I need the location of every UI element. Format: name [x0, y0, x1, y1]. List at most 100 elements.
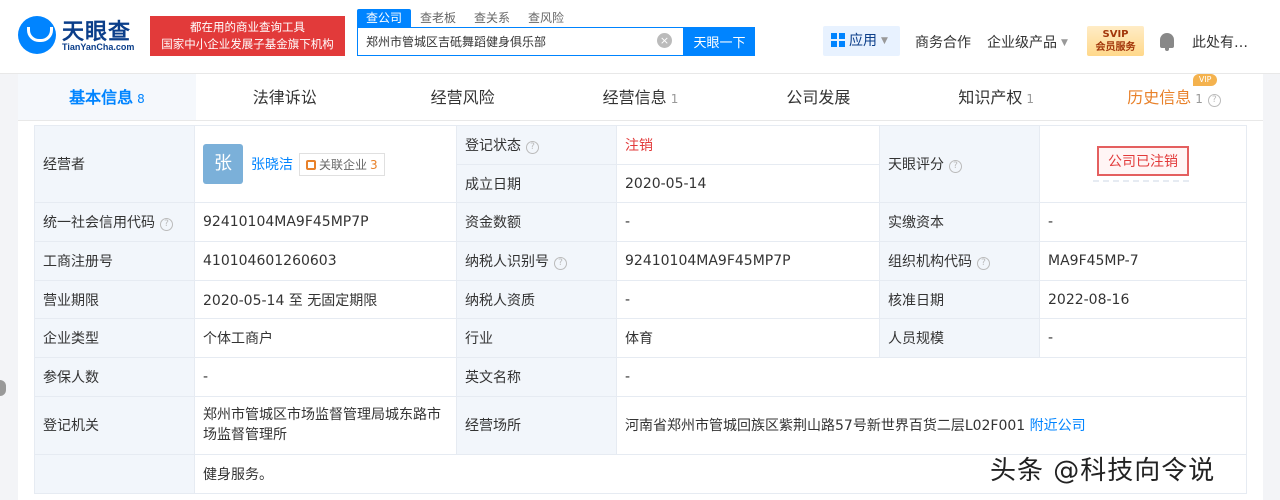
nav-app-label: 应用 — [849, 33, 877, 49]
search-tab-company[interactable]: 查公司 — [357, 9, 412, 27]
tab-operation[interactable]: 经营信息 1 — [552, 74, 730, 120]
type-value: 个体工商户 — [194, 318, 457, 359]
score-decoration — [1093, 180, 1193, 183]
paid-capital-label: 实缴资本 — [879, 202, 1040, 243]
industry-value: 体育 — [616, 318, 880, 359]
taxpayer-qual-label: 纳税人资质 — [456, 279, 617, 320]
tab-count: 1 — [1195, 92, 1203, 106]
tab-basic-info[interactable]: 基本信息 8 — [18, 74, 196, 120]
insured-label: 参保人数 — [34, 357, 195, 397]
score-cell: 公司已注销 — [1039, 124, 1247, 204]
tab-label: 经营信息 — [602, 88, 667, 107]
svip-label: SVIP — [1102, 29, 1129, 40]
address-cell: 河南省郑州市管城回族区紫荆山路57号新世界百货二层L02F001 附近公司 — [616, 395, 1247, 455]
grid-icon — [831, 33, 845, 47]
label-text: 登记状态 — [465, 137, 521, 154]
logo-subtext: TianYanCha.com — [62, 42, 135, 52]
insured-value: - — [194, 357, 457, 397]
company-tabs: 基本信息 8 法律诉讼 经营风险 经营信息 1 公司发展 知识产权 1 历史信息 1? V… — [18, 74, 1263, 121]
question-icon[interactable]: ? — [526, 140, 539, 154]
table-row: 工商注册号 410104601260603 纳税人识别号? 92410104MA… — [34, 241, 1247, 281]
search-tab-relation[interactable]: 查关系 — [465, 9, 519, 27]
nav-products-label: 企业级产品 — [987, 35, 1057, 51]
label-text: 天眼评分 — [888, 157, 944, 174]
tab-count: 1 — [670, 92, 679, 106]
english-label: 英文名称 — [456, 357, 617, 397]
reg-status-value: 注销 — [616, 125, 880, 165]
question-icon[interactable]: ? — [554, 256, 567, 270]
tab-risk[interactable]: 经营风险 — [374, 74, 552, 120]
tab-development[interactable]: 公司发展 — [729, 74, 907, 120]
table-row: 参保人数 - 英文名称 - — [34, 357, 1247, 397]
tab-label: 法律诉讼 — [252, 88, 317, 107]
taxpayer-id-label: 纳税人识别号? — [456, 241, 617, 281]
operator-label: 经营者 — [34, 124, 195, 204]
tab-label: 历史信息 — [1127, 88, 1192, 107]
label-text: 纳税人识别号 — [465, 253, 549, 270]
nearby-companies-link[interactable]: 附近公司 — [1030, 418, 1086, 434]
search-button[interactable]: 天眼一下 — [684, 27, 755, 56]
paid-capital-value: - — [1039, 202, 1247, 243]
address-label: 经营场所 — [456, 395, 617, 455]
authority-label: 登记机关 — [34, 395, 195, 455]
scroll-handle[interactable] — [0, 380, 6, 396]
found-date-label: 成立日期 — [456, 163, 617, 204]
org-code-value: MA9F45MP-7 — [1039, 241, 1247, 281]
question-icon[interactable]: ? — [1207, 94, 1221, 107]
caret-down-icon: ▼ — [881, 36, 888, 46]
svip-sub-label: 会员服务 — [1095, 42, 1136, 53]
related-label: 关联企业 — [319, 157, 368, 172]
term-label: 营业期限 — [34, 279, 195, 320]
promo-banner[interactable]: 都在用的商业查询工具 国家中小企业发展子基金旗下机构 — [150, 16, 345, 56]
approve-date-label: 核准日期 — [879, 279, 1040, 320]
reg-no-value: 410104601260603 — [194, 241, 457, 281]
search-input[interactable] — [357, 27, 684, 56]
avatar[interactable]: 张 — [203, 144, 243, 185]
label-text: 统一社会信用代码 — [43, 215, 155, 232]
search-tab-risk[interactable]: 查风险 — [519, 9, 573, 27]
basic-info-table: 经营者 张张晓洁 关联企业 3 登记状态? 注销 天眼评分? 公司已注销 成立日期 … — [34, 124, 1247, 494]
tab-history[interactable]: 历史信息 1? VIP — [1085, 74, 1263, 120]
caret-down-icon: ▼ — [1061, 38, 1068, 48]
org-code-label: 组织机构代码? — [879, 241, 1040, 281]
table-row: 企业类型 个体工商户 行业 体育 人员规模 - — [34, 318, 1247, 359]
user-menu[interactable]: 此处有… — [1192, 32, 1248, 52]
tab-ip[interactable]: 知识产权 1 — [907, 74, 1085, 120]
tab-label: 经营风险 — [430, 88, 495, 107]
related-companies-badge[interactable]: 关联企业 3 — [299, 152, 385, 176]
banner-line-1: 都在用的商业查询工具 — [190, 20, 305, 34]
found-date-value: 2020-05-14 — [616, 163, 880, 204]
question-icon[interactable]: ? — [977, 256, 990, 270]
svip-member-button[interactable]: SVIP 会员服务 — [1087, 26, 1144, 56]
clear-icon[interactable]: × — [657, 33, 672, 48]
table-row: 登记机关 郑州市管城区市场监督管理局城东路市场监督管理所 经营场所 河南省郑州市… — [34, 395, 1247, 455]
tab-count: 1 — [1026, 92, 1035, 106]
search-tab-boss[interactable]: 查老板 — [411, 9, 465, 27]
top-header: 天眼查 TianYanCha.com 都在用的商业查询工具 国家中小企业发展子基… — [0, 0, 1280, 74]
nav-app-menu[interactable]: 应用 ▼ — [823, 26, 900, 56]
taxpayer-id-value: 92410104MA9F45MP7P — [616, 241, 880, 281]
industry-label: 行业 — [456, 318, 617, 359]
logo[interactable]: 天眼查 TianYanCha.com — [18, 14, 148, 56]
tab-label: 基本信息 — [69, 88, 134, 107]
scope-label — [34, 453, 195, 494]
label-text: 组织机构代码 — [888, 253, 972, 270]
nav-products[interactable]: 企业级产品 ▼ — [987, 32, 1068, 52]
score-label: 天眼评分? — [879, 124, 1040, 204]
question-icon[interactable]: ? — [949, 160, 962, 174]
reg-status-label: 登记状态? — [456, 125, 617, 165]
operator-name-link[interactable]: 张晓洁 — [251, 157, 293, 173]
tianyancha-logo-icon — [18, 16, 56, 54]
nav-business[interactable]: 商务合作 — [915, 32, 971, 52]
table-row: 统一社会信用代码? 92410104MA9F45MP7P 资金数额 - 实缴资本… — [34, 202, 1247, 243]
operator-cell: 张张晓洁 关联企业 3 — [194, 124, 457, 204]
reg-no-label: 工商注册号 — [34, 241, 195, 281]
staff-value: - — [1039, 318, 1247, 359]
tab-legal[interactable]: 法律诉讼 — [196, 74, 374, 120]
tab-label: 公司发展 — [786, 88, 851, 107]
credit-code-label: 统一社会信用代码? — [34, 202, 195, 243]
bell-icon[interactable] — [1160, 33, 1174, 51]
watermark: 头条 @科技向令说 — [990, 456, 1216, 486]
search-type-tabs: 查公司 查老板 查关系 查风险 — [357, 9, 573, 27]
question-icon[interactable]: ? — [160, 218, 173, 232]
